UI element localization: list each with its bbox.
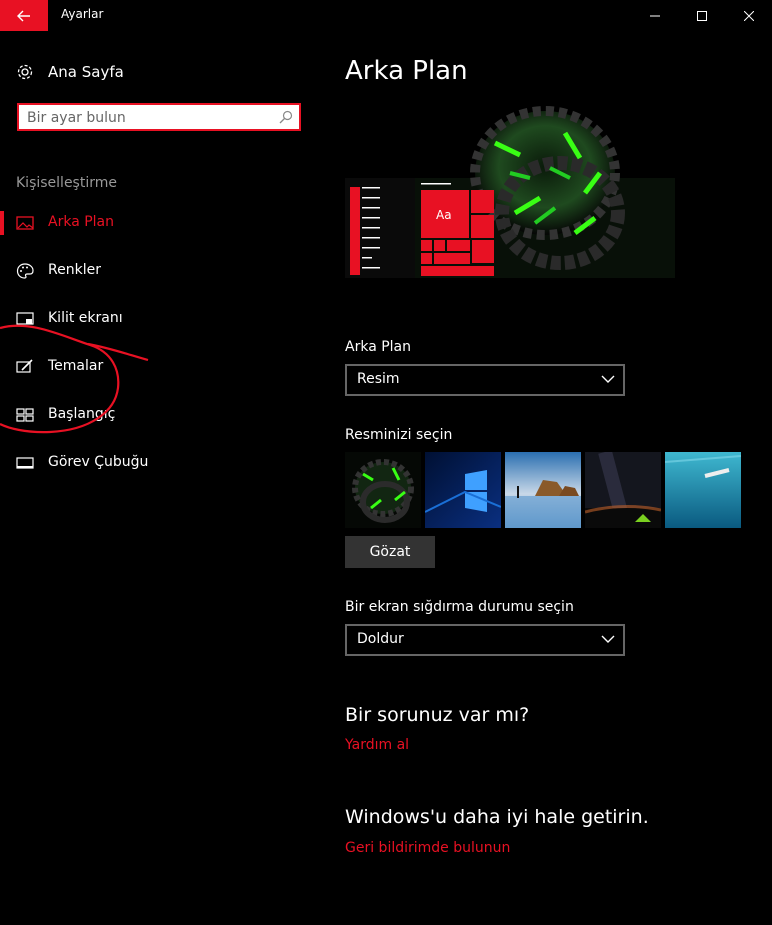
help-heading: Bir sorunuz var mı? xyxy=(345,704,530,726)
picture-thumbnail-tires[interactable] xyxy=(345,452,421,528)
background-type-dropdown[interactable]: Resim xyxy=(345,364,625,396)
night-sky-image xyxy=(585,452,661,528)
taskbar-icon xyxy=(16,457,34,469)
fit-label: Bir ekran sığdırma durumu seçin xyxy=(345,599,574,615)
start-tiles-icon xyxy=(16,408,34,422)
desktop-preview: Aa xyxy=(345,106,675,278)
palette-icon xyxy=(16,263,34,279)
picture-thumbnail-windows[interactable] xyxy=(425,452,501,528)
picture-thumbnail-underwater[interactable] xyxy=(665,452,741,528)
section-label: Kişiselleştirme xyxy=(16,175,117,191)
sidebar-item-themes[interactable]: Temalar xyxy=(0,347,300,387)
background-label: Arka Plan xyxy=(345,339,412,355)
sidebar-item-colors[interactable]: Renkler xyxy=(0,251,300,291)
sidebar-item-label: Arka Plan xyxy=(48,214,115,230)
feedback-link[interactable]: Geri bildirimde bulunun xyxy=(345,840,510,856)
underwater-image xyxy=(665,452,741,528)
help-link[interactable]: Yardım al xyxy=(345,737,409,753)
image-icon xyxy=(16,216,34,230)
fit-dropdown[interactable]: Doldur xyxy=(345,624,625,656)
sidebar-item-label: Görev Çubuğu xyxy=(48,454,149,470)
search-icon[interactable] xyxy=(279,110,293,124)
chevron-down-icon xyxy=(601,635,615,643)
search-input[interactable] xyxy=(27,109,267,127)
fit-value: Doldur xyxy=(357,631,404,647)
picture-thumbnail-night-sky[interactable] xyxy=(585,452,661,528)
window-title: Ayarlar xyxy=(61,7,104,21)
maximize-icon xyxy=(697,10,707,21)
sidebar-item-label: Başlangıç xyxy=(48,406,116,422)
feedback-heading: Windows'u daha iyi hale getirin. xyxy=(345,806,649,828)
home-label: Ana Sayfa xyxy=(48,63,124,81)
lock-screen-icon xyxy=(16,312,34,325)
sidebar-item-lock-screen[interactable]: Kilit ekranı xyxy=(0,299,300,339)
search-box[interactable] xyxy=(17,103,301,131)
background-type-value: Resim xyxy=(357,371,400,387)
back-button[interactable] xyxy=(0,0,48,31)
chevron-down-icon xyxy=(601,375,615,383)
windows-logo-image xyxy=(425,452,501,528)
back-arrow-icon xyxy=(17,10,30,21)
home-link[interactable]: Ana Sayfa xyxy=(16,60,124,84)
page-title: Arka Plan xyxy=(345,56,468,86)
tires-image xyxy=(345,452,421,528)
title-bar: Ayarlar xyxy=(0,0,772,31)
close-icon xyxy=(744,10,754,21)
minimize-button[interactable] xyxy=(632,0,678,31)
gear-icon xyxy=(17,64,33,80)
active-indicator xyxy=(0,211,4,235)
brush-icon xyxy=(16,359,33,373)
maximize-button[interactable] xyxy=(679,0,725,31)
sidebar-item-label: Temalar xyxy=(48,358,104,374)
close-button[interactable] xyxy=(726,0,772,31)
choose-picture-label: Resminizi seçin xyxy=(345,427,453,443)
browse-button[interactable]: Gözat xyxy=(345,536,435,568)
sidebar-item-label: Kilit ekranı xyxy=(48,310,123,326)
picture-thumbnail-beach[interactable] xyxy=(505,452,581,528)
sidebar-item-label: Renkler xyxy=(48,262,101,278)
preview-tile-label: Aa xyxy=(436,208,452,222)
sidebar-item-start[interactable]: Başlangıç xyxy=(0,395,300,435)
beach-image xyxy=(505,452,581,528)
sidebar-item-background[interactable]: Arka Plan xyxy=(0,203,300,243)
minimize-icon xyxy=(650,15,660,16)
sidebar-item-taskbar[interactable]: Görev Çubuğu xyxy=(0,443,300,483)
